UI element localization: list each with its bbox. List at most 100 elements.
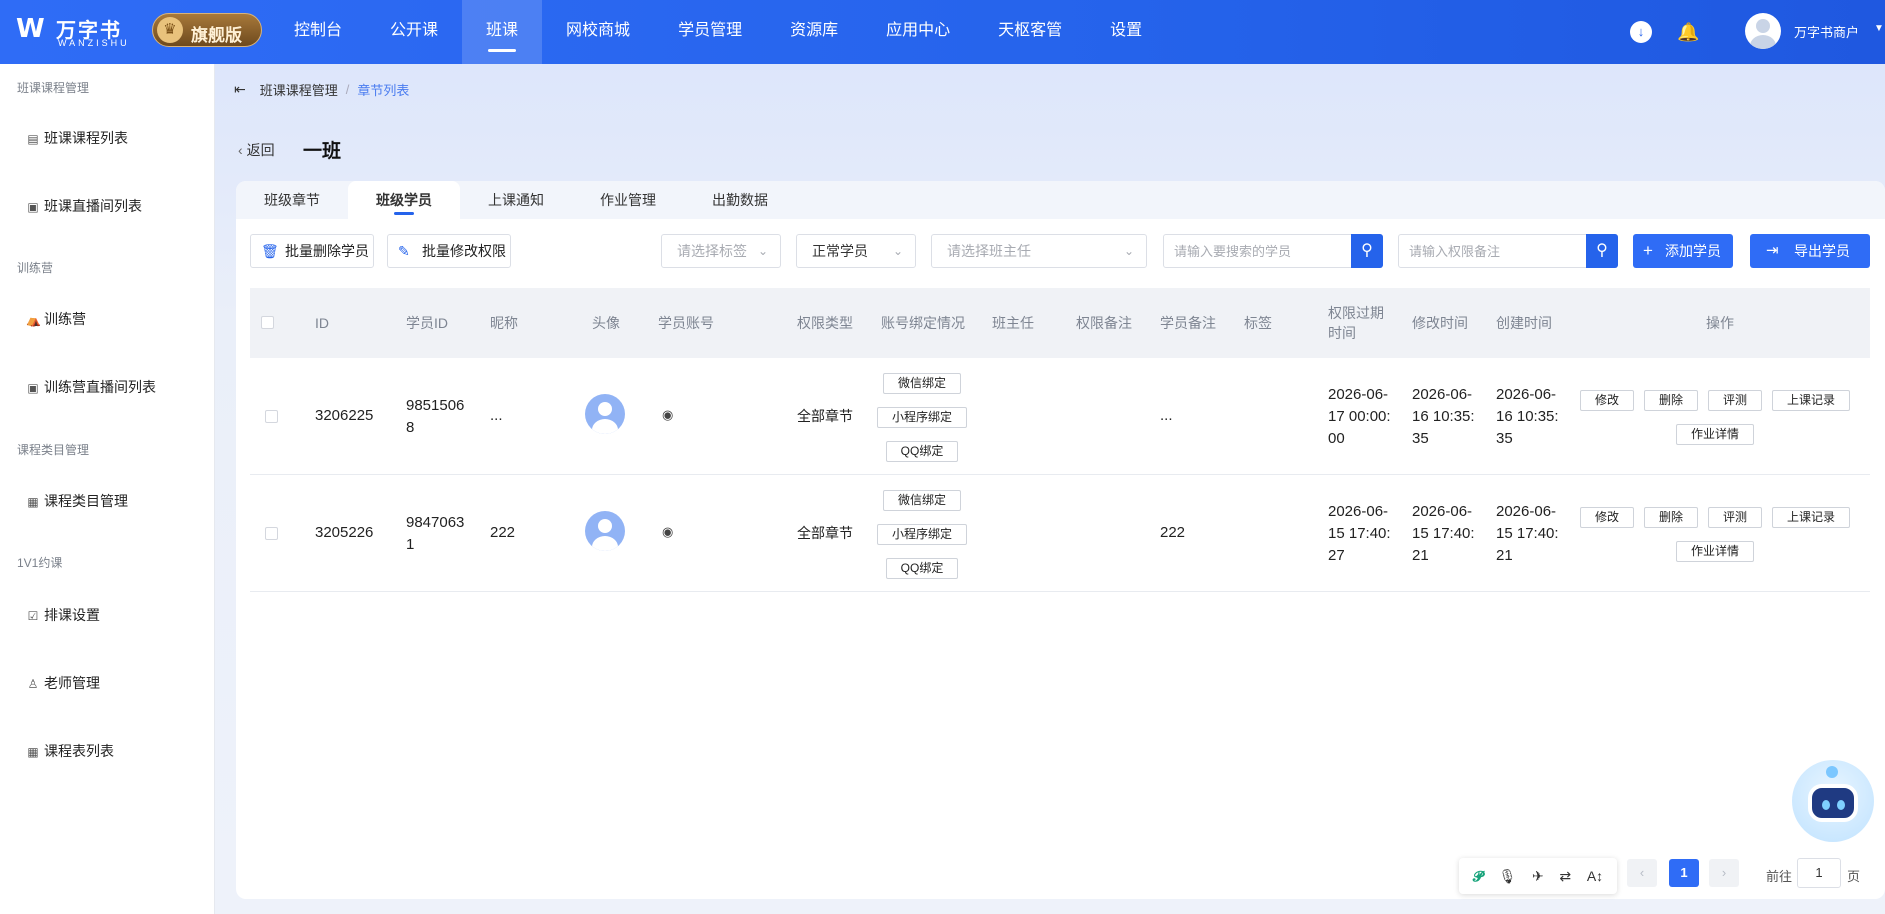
batch-delete-button[interactable]: 🗑 批量删除学员	[250, 234, 374, 268]
sidebar-item-schedule-settings[interactable]: ☑ 排课设置	[26, 605, 100, 625]
add-student-button[interactable]: + 添加学员	[1633, 234, 1733, 268]
column-header: 权限类型	[797, 315, 853, 331]
remark-search: ⚲	[1398, 234, 1618, 268]
eye-icon[interactable]: ◉	[662, 407, 673, 423]
status-select[interactable]: 正常学员 ⌄	[796, 234, 916, 268]
merchant-name[interactable]: 万字书商户	[1794, 22, 1859, 41]
user-avatar[interactable]	[1745, 13, 1781, 49]
translate-icon[interactable]: ⇄	[1559, 868, 1571, 885]
logo[interactable]: W 万字书 WANZISHU	[16, 12, 146, 52]
sidebar-group-title: 1V1约课	[17, 556, 63, 570]
robot-eye	[1837, 800, 1845, 810]
search-icon[interactable]: ⚲	[1351, 234, 1383, 268]
tag-select[interactable]: 请选择标签 ⌄	[661, 234, 781, 268]
sidebar-group-title: 班课课程管理	[17, 81, 90, 95]
robot-assistant-icon[interactable]	[1792, 760, 1874, 842]
nav-item-school-mall[interactable]: 网校商城	[542, 0, 654, 64]
select-all-checkbox[interactable]	[261, 316, 274, 329]
document-icon: ▤	[27, 132, 39, 146]
wechat-bind-button[interactable]: 微信绑定	[883, 490, 961, 511]
search-icon[interactable]: ⚲	[1586, 234, 1618, 268]
breadcrumb-separator: /	[345, 82, 350, 97]
cell-permission-type: 全部章节	[797, 525, 853, 541]
download-icon[interactable]: ↓	[1630, 21, 1652, 43]
page-number-button[interactable]: 1	[1669, 859, 1699, 887]
next-page-button[interactable]: ›	[1709, 859, 1739, 887]
class-record-button[interactable]: 上课记录	[1772, 507, 1850, 528]
sidebar-item-timetable-list[interactable]: ▦ 课程表列表	[26, 741, 114, 761]
microphone-icon[interactable]: 🎙	[1499, 868, 1517, 885]
nav-item-console[interactable]: 控制台	[270, 0, 366, 64]
column-header: 昵称	[490, 315, 518, 331]
tab-class-notice[interactable]: 上课通知	[460, 181, 572, 219]
bell-icon[interactable]: 🔔	[1677, 21, 1699, 43]
breadcrumb-parent[interactable]: 班课课程管理	[260, 80, 338, 99]
class-record-button[interactable]: 上课记录	[1772, 390, 1850, 411]
sidebar-item-camp-live-list[interactable]: ▣ 训练营直播间列表	[26, 377, 156, 397]
nav-item-open-class[interactable]: 公开课	[366, 0, 462, 64]
tab-attendance[interactable]: 出勤数据	[684, 181, 796, 219]
sidebar-item-teacher-management[interactable]: ♙ 老师管理	[26, 673, 100, 693]
cell-modified-time: 2026-06-15 17:40:21	[1412, 503, 1475, 564]
table-header: ID 学员ID 昵称 头像 学员账号 权限类型 账号绑定情况 班主任 权限备注 …	[250, 288, 1870, 358]
cell-student-remark: 222	[1160, 524, 1186, 541]
qq-bind-button[interactable]: QQ绑定	[886, 558, 958, 579]
sidebar-item-class-course-list[interactable]: ▤ 班课课程列表	[26, 128, 128, 148]
delete-button[interactable]: 删除	[1644, 507, 1698, 528]
edit-button[interactable]: 修改	[1580, 390, 1634, 411]
column-header: 标签	[1244, 315, 1272, 331]
p-logo-icon[interactable]: 𝓟	[1473, 868, 1483, 885]
cell-student-id: 98470631	[406, 514, 465, 553]
tab-class-chapters[interactable]: 班级章节	[236, 181, 348, 219]
remark-search-input[interactable]	[1399, 235, 1617, 267]
nav-item-class-course[interactable]: 班课	[462, 0, 543, 64]
batch-modify-button[interactable]: ✎ 批量修改权限	[387, 234, 511, 268]
cell-student-remark: ...	[1160, 407, 1173, 424]
send-icon[interactable]: ✈	[1532, 868, 1544, 885]
student-search-input[interactable]	[1164, 235, 1382, 267]
top-bar: W 万字书 WANZISHU ♛ 旗舰版 控制台 公开课 班课 网校商城 学员管…	[0, 0, 1885, 64]
column-header: 创建时间	[1496, 315, 1552, 331]
qq-bind-button[interactable]: QQ绑定	[886, 441, 958, 462]
nav-item-customer-management[interactable]: 天枢客管	[974, 0, 1086, 64]
prev-page-button[interactable]: ‹	[1627, 859, 1657, 887]
tab-class-students[interactable]: 班级学员	[348, 181, 460, 219]
row-checkbox[interactable]	[265, 527, 278, 540]
wechat-bind-button[interactable]: 微信绑定	[883, 373, 961, 394]
tab-homework[interactable]: 作业管理	[572, 181, 684, 219]
user-icon: ♙	[27, 677, 39, 691]
collapse-menu-icon[interactable]: ⇤	[234, 81, 246, 98]
nav-item-settings[interactable]: 设置	[1086, 0, 1166, 64]
nav-item-student-management[interactable]: 学员管理	[654, 0, 766, 64]
page-suffix-label: 页	[1847, 869, 1861, 884]
sidebar-item-training-camp[interactable]: ⛺ 训练营	[26, 309, 86, 329]
eye-icon[interactable]: ◉	[662, 524, 673, 540]
accessibility-toolbar: 𝓟 🎙 ✈ ⇄ A↕	[1459, 858, 1617, 894]
evaluate-button[interactable]: 评测	[1708, 507, 1762, 528]
row-checkbox[interactable]	[265, 410, 278, 423]
column-header: 学员账号	[658, 315, 714, 331]
font-size-icon[interactable]: A↕	[1587, 868, 1603, 884]
cell-modified-time: 2026-06-16 10:35:35	[1412, 386, 1475, 447]
sidebar-item-category-management[interactable]: ▦ 课程类目管理	[26, 491, 128, 511]
evaluate-button[interactable]: 评测	[1708, 390, 1762, 411]
nav-item-resource-library[interactable]: 资源库	[766, 0, 862, 64]
teacher-select[interactable]: 请选择班主任 ⌄	[931, 234, 1147, 268]
nav-item-app-center[interactable]: 应用中心	[862, 0, 974, 64]
breadcrumb: ⇤ 班课课程管理 / 章节列表	[234, 80, 409, 99]
delete-button[interactable]: 删除	[1644, 390, 1698, 411]
edit-button[interactable]: 修改	[1580, 507, 1634, 528]
column-header: 权限过期时间	[1328, 305, 1384, 341]
homework-detail-button[interactable]: 作业详情	[1676, 424, 1754, 445]
column-header: 操作	[1706, 315, 1734, 331]
miniprogram-bind-button[interactable]: 小程序绑定	[877, 524, 967, 545]
back-button[interactable]: ‹ 返回	[238, 140, 275, 160]
edit-icon: ✎	[398, 243, 410, 259]
chevron-down-icon[interactable]: ▼	[1874, 23, 1884, 34]
homework-detail-button[interactable]: 作业详情	[1676, 541, 1754, 562]
sidebar-item-class-live-list[interactable]: ▣ 班课直播间列表	[26, 196, 142, 216]
goto-page-input[interactable]: 1	[1797, 858, 1841, 888]
trash-icon: 🗑	[261, 243, 279, 259]
miniprogram-bind-button[interactable]: 小程序绑定	[877, 407, 967, 428]
export-student-button[interactable]: ⇥ 导出学员	[1750, 234, 1870, 268]
